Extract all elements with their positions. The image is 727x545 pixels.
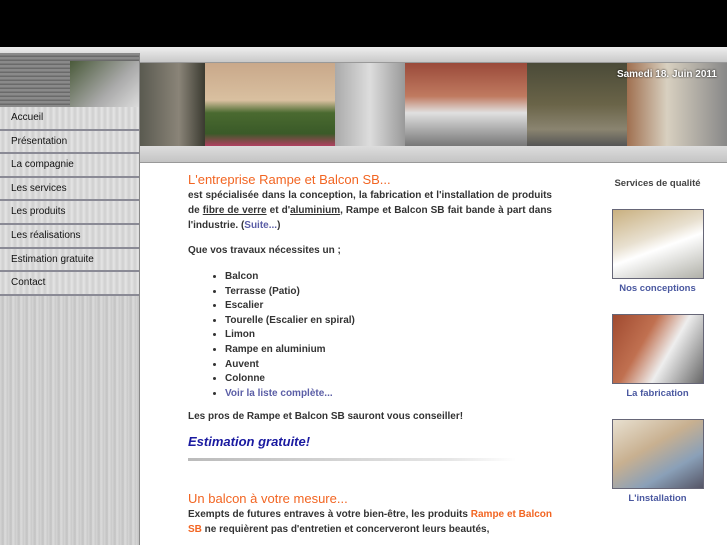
link-fibre-de-verre[interactable]: fibre de verre <box>203 205 267 216</box>
suite-link[interactable]: Suite... <box>244 220 277 231</box>
banner-photo <box>140 63 205 146</box>
intro-text: Que vos travaux nécessites un ; <box>188 245 341 256</box>
text: ) <box>277 220 281 231</box>
menu-les-produits[interactable]: Les produits <box>0 201 139 225</box>
main-menu: Accueil Présentation La compagnie Les se… <box>0 107 139 296</box>
banner-photo <box>405 63 527 146</box>
link-aluminium[interactable]: aluminium <box>290 205 340 216</box>
top-bar <box>0 0 727 47</box>
conceptions-image[interactable] <box>611 209 704 279</box>
menu-estimation-gratuite[interactable]: Estimation gratuite <box>0 248 139 273</box>
advice-text: Les pros de Rampe et Balcon SB sauront v… <box>188 411 464 423</box>
menu-presentation[interactable]: Présentation <box>0 130 139 155</box>
conceptions-link[interactable]: Nos conceptions <box>600 283 715 294</box>
list-item: Balcon <box>225 270 552 285</box>
date-display: Samedi 18. Juin 2011 <box>616 69 717 80</box>
product-list: Balcon Terrasse (Patio) Escalier Tourell… <box>225 270 552 401</box>
intro-paragraph: est spécialisée dans la conception, la f… <box>188 188 552 233</box>
list-item: Auvent <box>225 358 552 373</box>
main-content: L'entreprise Rampe et Balcon SB... est s… <box>188 172 552 537</box>
text: et d' <box>266 205 291 216</box>
sidebar-header-image <box>0 53 139 107</box>
menu-les-services[interactable]: Les services <box>0 177 139 202</box>
banner-photos: Samedi 18. Juin 2011 <box>140 63 727 146</box>
installation-link[interactable]: L'installation <box>600 493 715 504</box>
text: Exempts de futures entraves à votre bien… <box>188 509 471 521</box>
full-list-link[interactable]: Voir la liste complète... <box>225 388 333 399</box>
text: ne requièrent pas d'entretien et concerv… <box>201 524 490 536</box>
fabrication-link[interactable]: La fabrication <box>600 388 715 399</box>
divider <box>188 458 516 462</box>
section-title: Un balcon à votre mesure... <box>188 491 348 507</box>
services-title: Services de qualité <box>614 178 701 189</box>
estimate-link[interactable]: Estimation gratuite! <box>188 434 552 449</box>
section-title: L'entreprise Rampe et Balcon SB... <box>188 172 391 187</box>
menu-les-realisations[interactable]: Les réalisations <box>0 224 139 249</box>
list-item: Escalier <box>225 299 552 314</box>
fabrication-image[interactable] <box>611 314 704 384</box>
installation-image[interactable] <box>611 419 704 489</box>
list-item: Colonne <box>225 372 552 387</box>
banner-strip <box>140 146 727 163</box>
list-item: Tourelle (Escalier en spiral) <box>225 314 552 329</box>
paragraph: Exempts de futures entraves à votre bien… <box>188 507 552 537</box>
menu-la-compagnie[interactable]: La compagnie <box>0 154 139 178</box>
sidebar: Accueil Présentation La compagnie Les se… <box>0 53 140 545</box>
list-item: Terrasse (Patio) <box>225 285 552 300</box>
services-column: Services de qualité Nos conceptions La f… <box>600 178 715 524</box>
banner-photo <box>335 63 405 146</box>
list-item: Voir la liste complète... <box>225 387 552 402</box>
menu-accueil[interactable]: Accueil <box>0 107 139 131</box>
list-item: Limon <box>225 328 552 343</box>
list-item: Rampe en aluminium <box>225 343 552 358</box>
banner-photo <box>527 63 627 146</box>
menu-contact[interactable]: Contact <box>0 272 139 296</box>
banner-photo <box>205 63 335 146</box>
